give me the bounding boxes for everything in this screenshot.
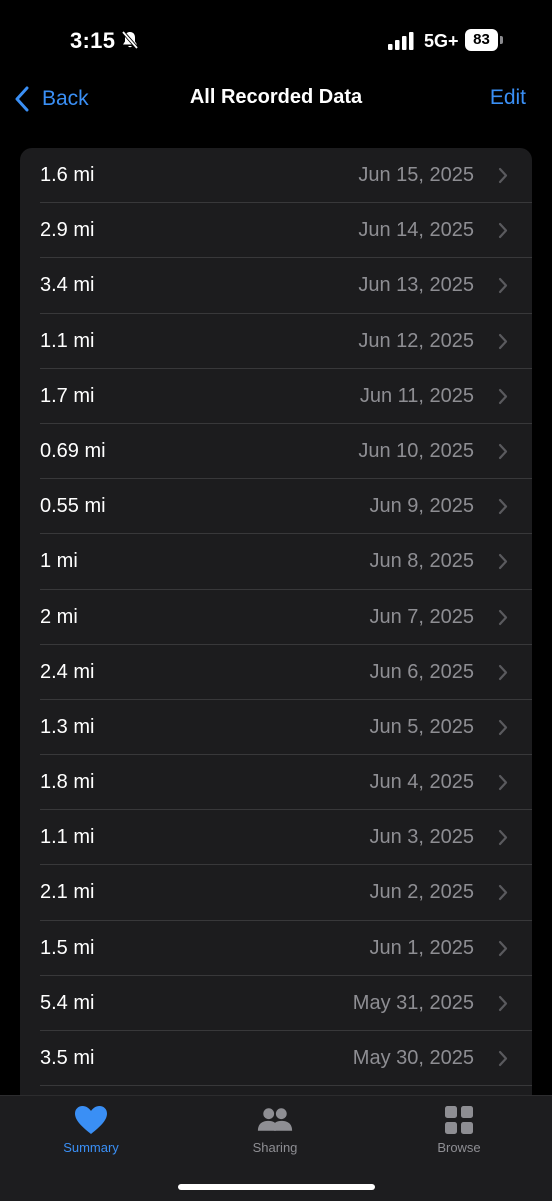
record-date: Jun 6, 2025 bbox=[369, 660, 474, 683]
network-type: 5G+ bbox=[424, 31, 459, 51]
chevron-right-icon bbox=[498, 278, 508, 294]
chevron-right-icon bbox=[498, 664, 508, 680]
chevron-right-icon bbox=[498, 774, 508, 791]
chevron-right-icon bbox=[498, 1050, 508, 1067]
record-value: 1.3 mi bbox=[40, 715, 95, 738]
record-date: Jun 8, 2025 bbox=[369, 550, 474, 573]
bell-slash-icon bbox=[121, 30, 139, 50]
record-row[interactable]: 1.7 mi Jun 11, 2025 bbox=[20, 369, 532, 425]
home-indicator[interactable] bbox=[178, 1184, 375, 1190]
tab-browse-label: Browse bbox=[437, 1140, 481, 1155]
record-row[interactable]: 2.4 mi Jun 6, 2025 bbox=[20, 645, 532, 701]
tab-sharing[interactable]: Sharing bbox=[215, 1104, 335, 1164]
chevron-right-icon bbox=[498, 995, 508, 1011]
chevron-right-icon bbox=[498, 499, 508, 515]
record-list: 1.6 mi Jun 15, 2025 2.9 mi Jun 14, 2025 3.4 … bbox=[20, 148, 532, 1148]
record-value: 0.69 mi bbox=[40, 439, 106, 462]
record-value: 1.1 mi bbox=[40, 826, 95, 849]
record-date: Jun 9, 2025 bbox=[369, 495, 474, 518]
record-row[interactable]: 1.8 mi Jun 4, 2025 bbox=[20, 755, 532, 811]
people-icon bbox=[257, 1108, 293, 1131]
record-row[interactable]: 2.1 mi Jun 2, 2025 bbox=[20, 865, 532, 921]
record-date: Jun 10, 2025 bbox=[358, 439, 474, 462]
record-date: Jun 13, 2025 bbox=[358, 274, 474, 297]
record-value: 3.4 mi bbox=[40, 274, 95, 297]
record-row[interactable]: 2 mi Jun 7, 2025 bbox=[20, 590, 532, 645]
chevron-right-icon bbox=[498, 940, 508, 956]
status-time: 3:15 bbox=[70, 28, 116, 53]
record-row[interactable]: 0.55 mi Jun 9, 2025 bbox=[20, 479, 532, 535]
record-date: Jun 1, 2025 bbox=[369, 936, 474, 959]
record-value: 2 mi bbox=[40, 605, 78, 628]
chevron-right-icon bbox=[498, 830, 508, 846]
record-date: Jun 5, 2025 bbox=[369, 715, 474, 738]
record-value: 1.6 mi bbox=[40, 164, 95, 186]
status-bar: 3:15 5G+ 83 bbox=[0, 0, 552, 80]
chevron-right-icon bbox=[498, 554, 508, 570]
record-row[interactable]: 3.4 mi Jun 13, 2025 bbox=[20, 258, 532, 314]
record-date: May 30, 2025 bbox=[352, 1047, 474, 1069]
record-row[interactable]: 1.1 mi Jun 12, 2025 bbox=[20, 314, 532, 369]
record-date: Jun 14, 2025 bbox=[358, 219, 474, 242]
tab-browse[interactable]: Browse bbox=[399, 1104, 519, 1164]
record-row[interactable]: 1.1 mi Jun 3, 2025 bbox=[20, 810, 532, 866]
page-title: All Recorded Data bbox=[189, 86, 363, 108]
chevron-right-icon bbox=[498, 167, 508, 184]
record-date: Jun 3, 2025 bbox=[369, 826, 474, 849]
record-date: Jun 11, 2025 bbox=[359, 384, 474, 407]
chevron-right-icon bbox=[498, 333, 508, 349]
navigation-bar: Back All Recorded Data Edit bbox=[0, 80, 552, 120]
chevron-right-icon bbox=[498, 443, 508, 460]
record-value: 2.9 mi bbox=[40, 219, 95, 242]
record-value: 1.7 mi bbox=[40, 384, 95, 407]
record-date: May 31, 2025 bbox=[352, 991, 474, 1014]
chevron-right-icon bbox=[498, 719, 508, 735]
edit-button[interactable]: Edit bbox=[490, 86, 526, 110]
record-value: 2.1 mi bbox=[40, 881, 95, 904]
cellular-signal-icon bbox=[388, 32, 414, 50]
record-value: 3.5 mi bbox=[40, 1047, 95, 1069]
chevron-right-icon bbox=[498, 223, 508, 239]
record-row[interactable]: 3.5 mi May 30, 2025 bbox=[20, 1031, 532, 1087]
record-row[interactable]: 5.4 mi May 31, 2025 bbox=[20, 976, 532, 1032]
record-row[interactable]: 2.9 mi Jun 14, 2025 bbox=[20, 203, 532, 259]
record-row[interactable]: 1.6 mi Jun 15, 2025 bbox=[20, 148, 532, 204]
record-row[interactable]: 1.3 mi Jun 5, 2025 bbox=[20, 700, 532, 756]
tab-summary-label: Summary bbox=[63, 1140, 119, 1155]
record-date: Jun 4, 2025 bbox=[369, 771, 474, 794]
battery-level: 83 bbox=[465, 29, 498, 51]
chevron-right-icon bbox=[498, 388, 508, 404]
tab-summary[interactable]: Summary bbox=[31, 1104, 151, 1164]
record-date: Jun 15, 2025 bbox=[358, 164, 474, 186]
record-row[interactable]: 0.69 mi Jun 10, 2025 bbox=[20, 424, 532, 480]
record-value: 1.5 mi bbox=[40, 936, 95, 959]
tab-sharing-label: Sharing bbox=[252, 1140, 298, 1155]
record-value: 0.55 mi bbox=[40, 495, 106, 518]
record-value: 1.8 mi bbox=[40, 771, 95, 794]
record-date: Jun 7, 2025 bbox=[369, 605, 474, 628]
record-row[interactable]: 1 mi Jun 8, 2025 bbox=[20, 534, 532, 590]
record-value: 1 mi bbox=[40, 550, 78, 573]
record-row[interactable]: 1.5 mi Jun 1, 2025 bbox=[20, 921, 532, 977]
record-date: Jun 2, 2025 bbox=[369, 881, 474, 904]
grid-icon bbox=[445, 1106, 473, 1134]
chevron-right-icon bbox=[498, 609, 508, 625]
record-date: Jun 12, 2025 bbox=[358, 329, 474, 352]
battery-icon: 83 bbox=[465, 29, 503, 51]
record-value: 5.4 mi bbox=[40, 991, 95, 1014]
heart-icon bbox=[75, 1106, 107, 1134]
tab-bar: Summary Sharing Browse bbox=[0, 1095, 552, 1201]
record-value: 1.1 mi bbox=[40, 329, 95, 352]
record-value: 2.4 mi bbox=[40, 660, 95, 683]
chevron-right-icon bbox=[498, 885, 508, 901]
